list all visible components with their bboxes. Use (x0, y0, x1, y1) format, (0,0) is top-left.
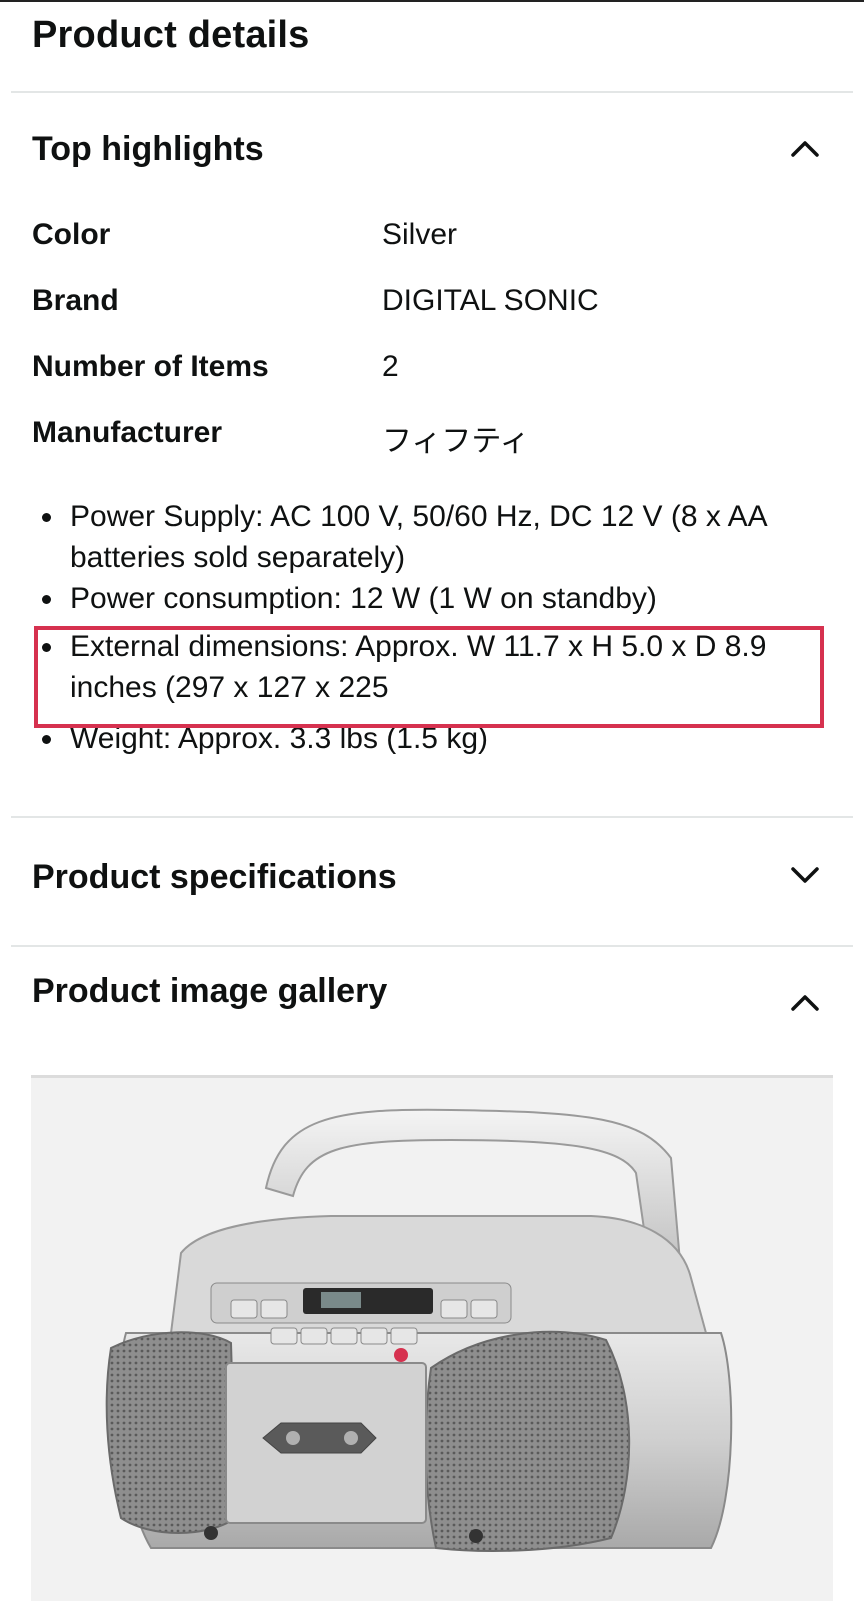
bullet-text: Power consumption: 12 W (1 W on standby) (70, 582, 657, 615)
attribute-row-color: Color Silver (32, 218, 832, 258)
divider (11, 91, 853, 93)
chevron-down-icon[interactable] (790, 866, 820, 886)
attribute-value: DIGITAL SONIC (382, 284, 599, 317)
attribute-value: 2 (382, 350, 399, 383)
bullet-text: Power Supply: AC 100 V, 50/60 Hz, DC 12 … (70, 500, 766, 574)
top-border (0, 0, 864, 2)
product-image[interactable] (31, 1075, 833, 1601)
bullet-dot (42, 513, 51, 522)
divider (11, 945, 853, 947)
page-title: Product details (32, 14, 310, 56)
product-specifications-title[interactable]: Product specifications (32, 858, 397, 897)
attribute-label: Brand (32, 284, 119, 317)
bullet-dot (42, 735, 51, 744)
bullet-dot (42, 595, 51, 604)
attribute-value: フィフティ (382, 425, 530, 458)
annotation-highlight-box (34, 626, 824, 728)
chevron-up-icon[interactable] (790, 138, 820, 158)
list-item: Power consumption: 12 W (1 W on standby) (32, 578, 832, 626)
attribute-label: Color (32, 218, 111, 251)
boombox-illustration (105, 1108, 733, 1552)
product-image-gallery-title[interactable]: Product image gallery (32, 972, 387, 1011)
attribute-row-number-of-items: Number of Items 2 (32, 350, 832, 390)
top-highlights-title[interactable]: Top highlights (32, 130, 264, 169)
attribute-label: Manufacturer (32, 416, 223, 449)
chevron-up-icon[interactable] (790, 992, 820, 1012)
attribute-row-brand: Brand DIGITAL SONIC (32, 284, 832, 324)
list-item: Power Supply: AC 100 V, 50/60 Hz, DC 12 … (32, 496, 832, 578)
attribute-row-manufacturer: Manufacturer フィフティ (32, 416, 832, 458)
attribute-value: Silver (382, 218, 458, 251)
attribute-label: Number of Items (32, 350, 269, 383)
divider (11, 816, 853, 818)
